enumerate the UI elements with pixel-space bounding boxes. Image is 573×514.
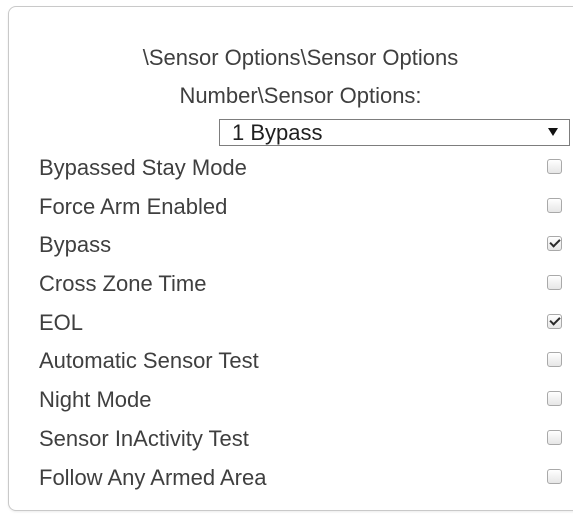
option-row: Automatic Sensor Test [39,343,562,382]
option-row: Cross Zone Time [39,266,562,305]
checkmark-icon [549,236,561,249]
sensor-options-list: Bypassed Stay Mode Force Arm Enabled Byp… [39,150,562,498]
option-label: Cross Zone Time [39,271,207,297]
bypassed-stay-mode-checkbox[interactable] [547,159,562,174]
force-arm-enabled-checkbox[interactable] [547,197,562,213]
sensor-options-panel: \Sensor Options\Sensor Options Number\Se… [8,6,573,511]
cross-zone-time-checkbox[interactable] [547,275,562,291]
night-mode-checkbox[interactable] [547,391,562,407]
option-label: EOL [39,309,84,335]
option-row: Bypassed Stay Mode [39,150,562,189]
panel-title-line-2: Number\Sensor Options: [179,83,422,108]
panel-title: \Sensor Options\Sensor Options Number\Se… [9,39,573,115]
chevron-down-icon [548,128,558,136]
panel-title-line-1: \Sensor Options\Sensor Options [142,45,459,70]
sensor-inactivity-test-checkbox[interactable] [547,429,562,445]
option-label: Bypassed Stay Mode [39,155,247,180]
option-label: Follow Any Armed Area [39,464,267,490]
option-row: Bypass [39,227,562,266]
automatic-sensor-test-checkbox[interactable] [547,352,562,368]
option-label: Sensor InActivity Test [39,425,249,451]
option-row: Force Arm Enabled [39,189,562,228]
option-row: Night Mode [39,382,562,421]
bypass-checkbox[interactable] [547,236,562,252]
selected-option: 1 Bypass [232,120,323,145]
option-row: Follow Any Armed Area [39,460,562,499]
sensor-options-select[interactable]: 1 Bypass [219,119,570,146]
option-row: EOL [39,305,562,344]
option-label: Bypass [39,232,112,258]
eol-checkbox[interactable] [547,313,562,329]
checkmark-icon [549,314,561,326]
option-label: Automatic Sensor Test [39,348,259,374]
option-label: Force Arm Enabled [39,193,228,219]
option-row: Sensor InActivity Test [39,421,562,460]
follow-any-armed-area-checkbox[interactable] [547,468,562,484]
option-label: Night Mode [39,387,152,413]
